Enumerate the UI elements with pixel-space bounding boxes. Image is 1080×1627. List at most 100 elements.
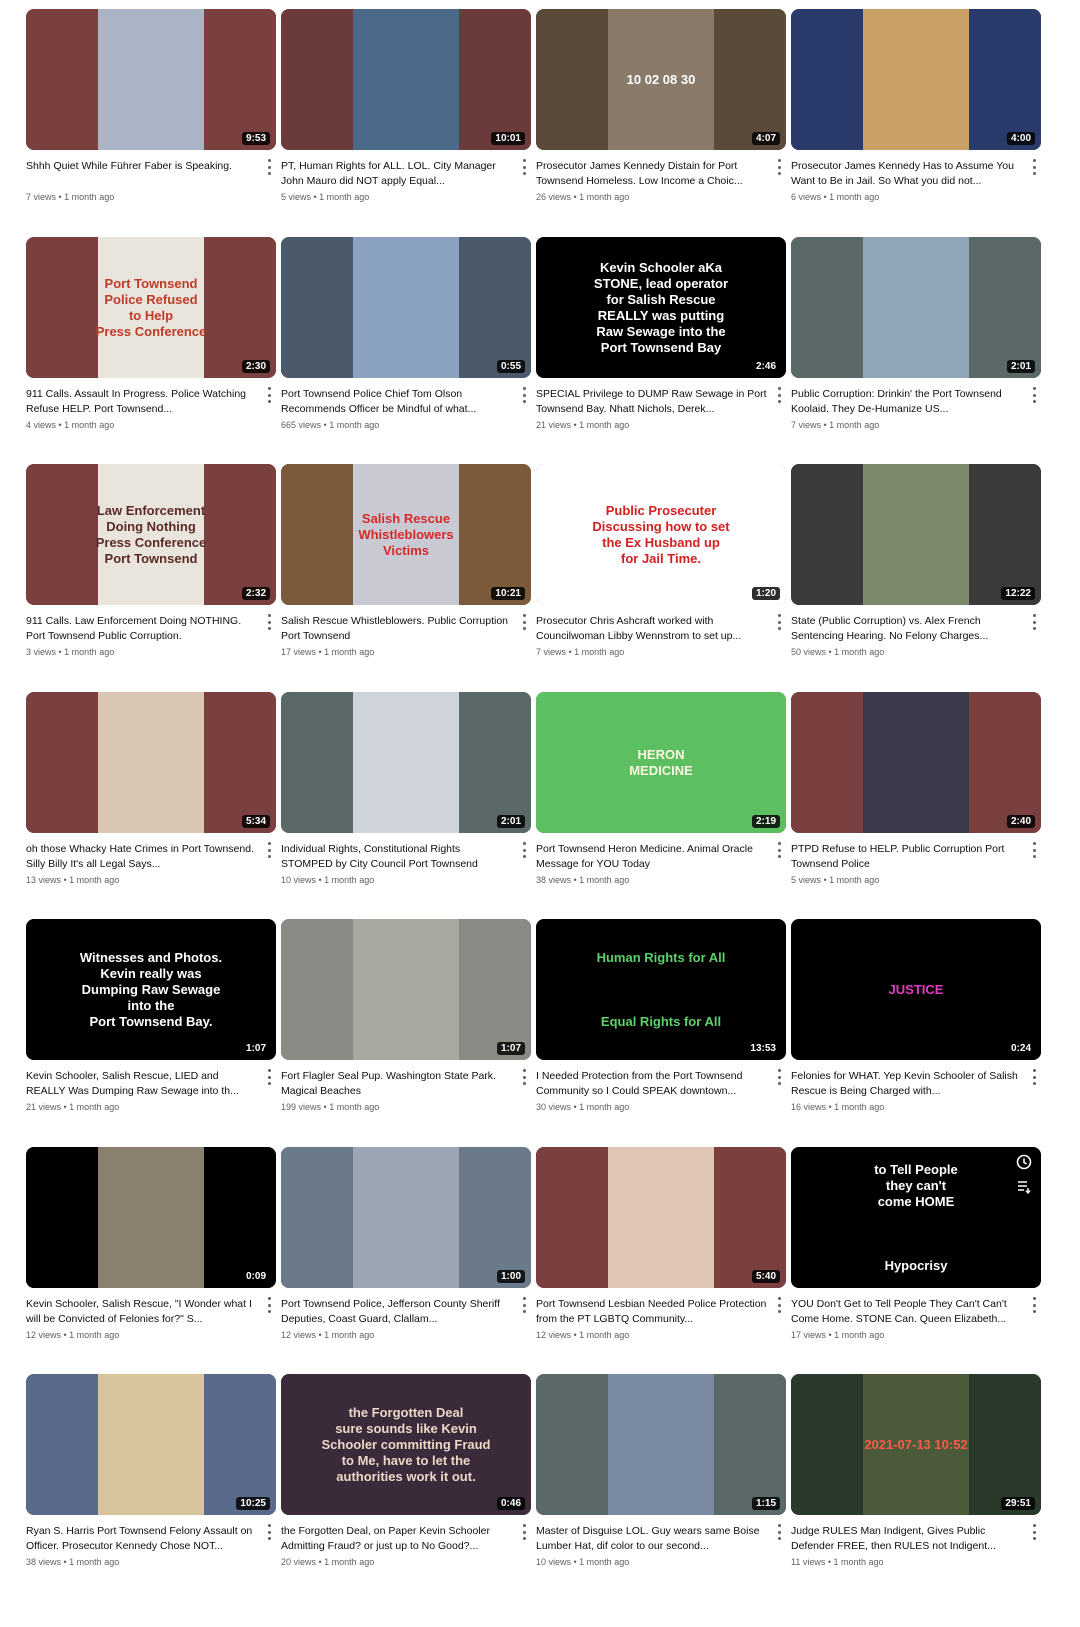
more-options-icon[interactable] — [1029, 614, 1039, 630]
video-title[interactable]: Kevin Schooler, Salish Rescue, LIED and … — [26, 1069, 258, 1099]
video-thumbnail[interactable]: 2:40 — [791, 692, 1041, 833]
video-title[interactable]: Shhh Quiet While Führer Faber is Speakin… — [26, 159, 258, 189]
video-title[interactable]: SPECIAL Privilege to DUMP Raw Sewage in … — [536, 387, 768, 417]
video-card[interactable]: Law Enforcement Doing Nothing Press Conf… — [26, 464, 276, 659]
video-thumbnail[interactable]: 10:25 — [26, 1374, 276, 1515]
more-options-icon[interactable] — [264, 1069, 274, 1085]
video-title[interactable]: Master of Disguise LOL. Guy wears same B… — [536, 1524, 768, 1554]
video-card[interactable]: 9:53 Shhh Quiet While Führer Faber is Spe… — [26, 9, 276, 204]
video-title[interactable]: PT, Human Rights for ALL. LOL. City Mana… — [281, 159, 513, 189]
video-thumbnail[interactable]: Witnesses and Photos. Kevin really was D… — [26, 919, 276, 1060]
video-card[interactable]: 4:00 Prosecutor James Kennedy Has to Assu… — [791, 9, 1041, 204]
video-card[interactable]: Salish Rescue Whistleblowers Victims 10:2… — [281, 464, 531, 659]
more-options-icon[interactable] — [264, 387, 274, 403]
video-card[interactable]: 5:40 Port Townsend Lesbian Needed Police … — [536, 1147, 786, 1342]
video-card[interactable]: 2:01 Public Corruption: Drinkin' the Port… — [791, 237, 1041, 432]
video-thumbnail[interactable]: Human Rights for All Equal Rights for Al… — [536, 919, 786, 1060]
video-title[interactable]: Port Townsend Lesbian Needed Police Prot… — [536, 1297, 768, 1327]
video-thumbnail[interactable]: HERON MEDICINE 2:19 — [536, 692, 786, 833]
video-thumbnail[interactable]: 10:01 — [281, 9, 531, 150]
video-thumbnail[interactable]: 5:34 — [26, 692, 276, 833]
video-card[interactable]: 10:25 Ryan S. Harris Port Townsend Felony… — [26, 1374, 276, 1569]
video-title[interactable]: Port Townsend Heron Medicine. Animal Ora… — [536, 842, 768, 872]
video-title[interactable]: Port Townsend Police Chief Tom Olson Rec… — [281, 387, 513, 417]
video-card[interactable]: to Tell People they can't come HOME Hypo… — [791, 1147, 1041, 1342]
video-title[interactable]: the Forgotten Deal, on Paper Kevin Schoo… — [281, 1524, 513, 1554]
more-options-icon[interactable] — [264, 1297, 274, 1313]
add-to-queue-icon[interactable] — [1015, 1177, 1033, 1195]
video-thumbnail[interactable]: 0:09 — [26, 1147, 276, 1288]
video-title[interactable]: PTPD Refuse to HELP. Public Corruption P… — [791, 842, 1023, 872]
video-thumbnail[interactable]: 1:00 — [281, 1147, 531, 1288]
video-thumbnail[interactable]: Salish Rescue Whistleblowers Victims 10:2… — [281, 464, 531, 605]
video-card[interactable]: Port Townsend Police Refused to Help Pre… — [26, 237, 276, 432]
more-options-icon[interactable] — [264, 842, 274, 858]
video-title[interactable]: 911 Calls. Assault In Progress. Police W… — [26, 387, 258, 417]
more-options-icon[interactable] — [1029, 1297, 1039, 1313]
video-title[interactable]: Port Townsend Police, Jefferson County S… — [281, 1297, 513, 1327]
video-card[interactable]: 1:07 Fort Flagler Seal Pup. Washington St… — [281, 919, 531, 1114]
more-options-icon[interactable] — [519, 614, 529, 630]
more-options-icon[interactable] — [519, 1297, 529, 1313]
more-options-icon[interactable] — [774, 614, 784, 630]
video-card[interactable]: the Forgotten Deal sure sounds like Kevi… — [281, 1374, 531, 1569]
video-thumbnail[interactable]: 12:22 — [791, 464, 1041, 605]
video-card[interactable]: Witnesses and Photos. Kevin really was D… — [26, 919, 276, 1114]
video-card[interactable]: 0:55 Port Townsend Police Chief Tom Olson… — [281, 237, 531, 432]
video-thumbnail[interactable]: 2:01 — [281, 692, 531, 833]
video-card[interactable]: 2:01 Individual Rights, Constitutional Ri… — [281, 692, 531, 887]
more-options-icon[interactable] — [774, 842, 784, 858]
more-options-icon[interactable] — [774, 1297, 784, 1313]
video-thumbnail[interactable]: 4:00 — [791, 9, 1041, 150]
video-thumbnail[interactable]: 1:07 — [281, 919, 531, 1060]
video-card[interactable]: Human Rights for All Equal Rights for Al… — [536, 919, 786, 1114]
video-title[interactable]: Public Corruption: Drinkin' the Port Tow… — [791, 387, 1023, 417]
video-thumbnail[interactable]: 1:15 — [536, 1374, 786, 1515]
more-options-icon[interactable] — [519, 159, 529, 175]
more-options-icon[interactable] — [519, 1069, 529, 1085]
video-title[interactable]: Prosecutor James Kennedy Distain for Por… — [536, 159, 768, 189]
video-thumbnail[interactable]: the Forgotten Deal sure sounds like Kevi… — [281, 1374, 531, 1515]
video-title[interactable]: State (Public Corruption) vs. Alex Frenc… — [791, 614, 1023, 644]
video-title[interactable]: Judge RULES Man Indigent, Gives Public D… — [791, 1524, 1023, 1554]
video-title[interactable]: Fort Flagler Seal Pup. Washington State … — [281, 1069, 513, 1099]
more-options-icon[interactable] — [1029, 1069, 1039, 1085]
video-card[interactable]: 10 02 08 30 4:07 Prosecutor James Kennedy … — [536, 9, 786, 204]
more-options-icon[interactable] — [774, 387, 784, 403]
video-card[interactable]: 1:00 Port Townsend Police, Jefferson Coun… — [281, 1147, 531, 1342]
more-options-icon[interactable] — [774, 1524, 784, 1540]
more-options-icon[interactable] — [264, 159, 274, 175]
video-card[interactable]: HERON MEDICINE 2:19 Port Townsend Heron Me… — [536, 692, 786, 887]
video-card[interactable]: 2:40 PTPD Refuse to HELP. Public Corrupti… — [791, 692, 1041, 887]
video-thumbnail[interactable]: Law Enforcement Doing Nothing Press Conf… — [26, 464, 276, 605]
video-thumbnail[interactable]: 2:01 — [791, 237, 1041, 378]
video-title[interactable]: Salish Rescue Whistleblowers. Public Cor… — [281, 614, 513, 644]
video-card[interactable]: 10:01 PT, Human Rights for ALL. LOL. City… — [281, 9, 531, 204]
more-options-icon[interactable] — [1029, 842, 1039, 858]
video-card[interactable]: Kevin Schooler aKa STONE, lead operator … — [536, 237, 786, 432]
video-card[interactable]: 1:15 Master of Disguise LOL. Guy wears sa… — [536, 1374, 786, 1569]
video-card[interactable]: 2021-07-13 10:52 29:51 Judge RULES Man Ind… — [791, 1374, 1041, 1569]
video-title[interactable]: YOU Don't Get to Tell People They Can't … — [791, 1297, 1023, 1327]
video-card[interactable]: 12:22 State (Public Corruption) vs. Alex … — [791, 464, 1041, 659]
video-title[interactable]: Felonies for WHAT. Yep Kevin Schooler of… — [791, 1069, 1023, 1099]
video-thumbnail[interactable]: JUSTICE 0:24 — [791, 919, 1041, 1060]
video-thumbnail[interactable]: 0:55 — [281, 237, 531, 378]
video-card[interactable]: Public Prosecuter Discussing how to set … — [536, 464, 786, 659]
video-title[interactable]: 911 Calls. Law Enforcement Doing NOTHING… — [26, 614, 258, 644]
more-options-icon[interactable] — [519, 387, 529, 403]
video-thumbnail[interactable]: 9:53 — [26, 9, 276, 150]
more-options-icon[interactable] — [519, 1524, 529, 1540]
video-title[interactable]: Prosecutor James Kennedy Has to Assume Y… — [791, 159, 1023, 189]
more-options-icon[interactable] — [264, 614, 274, 630]
watch-later-icon[interactable] — [1015, 1153, 1033, 1171]
video-thumbnail[interactable]: 2021-07-13 10:52 29:51 — [791, 1374, 1041, 1515]
more-options-icon[interactable] — [1029, 1524, 1039, 1540]
more-options-icon[interactable] — [774, 159, 784, 175]
video-title[interactable]: Prosecutor Chris Ashcraft worked with Co… — [536, 614, 768, 644]
video-card[interactable]: JUSTICE 0:24 Felonies for WHAT. Yep Kevin … — [791, 919, 1041, 1114]
video-thumbnail[interactable]: Public Prosecuter Discussing how to set … — [536, 464, 786, 605]
more-options-icon[interactable] — [519, 842, 529, 858]
video-card[interactable]: 0:09 Kevin Schooler, Salish Rescue, "I Wo… — [26, 1147, 276, 1342]
video-title[interactable]: Ryan S. Harris Port Townsend Felony Assa… — [26, 1524, 258, 1554]
